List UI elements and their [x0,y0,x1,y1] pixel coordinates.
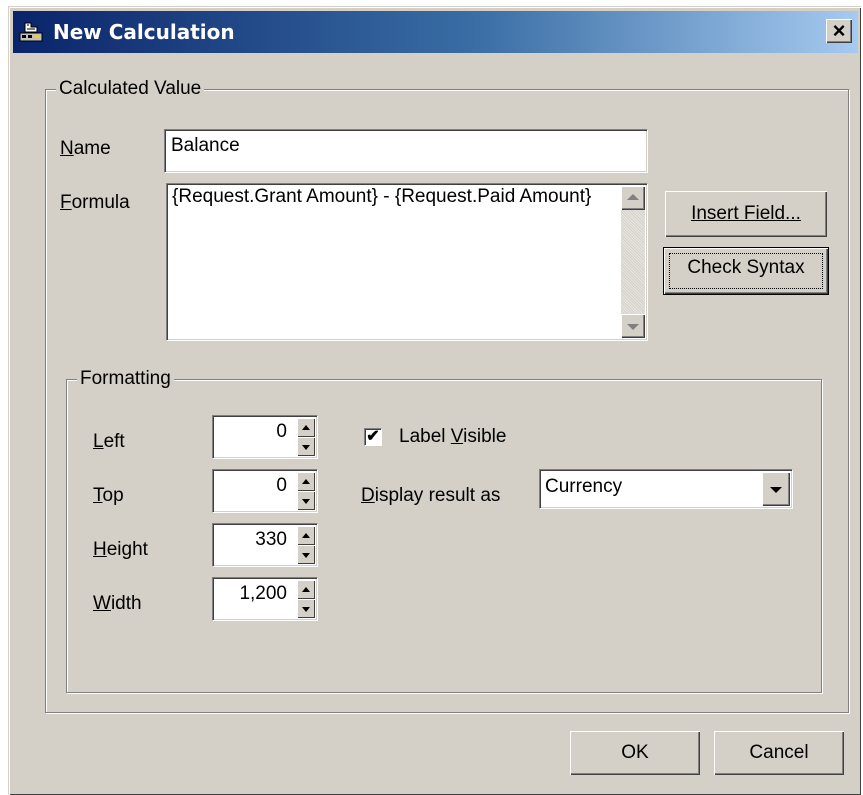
top-value: 0 [276,475,287,496]
display-result-select[interactable]: Currency [539,469,793,509]
close-button[interactable]: × [826,19,852,43]
height-spinbox[interactable]: 330 [212,523,318,567]
spin-down-icon [302,498,310,504]
scroll-down-button[interactable] [621,314,645,338]
cancel-button[interactable]: Cancel [714,731,844,775]
top-spinbox[interactable]: 0 [212,469,318,513]
formula-textarea[interactable]: {Request.Grant Amount} - {Request.Paid A… [166,183,648,341]
spin-down-icon [302,552,310,558]
checkmark-icon: ✔ [366,428,380,445]
left-value: 0 [276,421,287,442]
display-result-dropdown-button[interactable] [762,472,790,506]
height-label: Height [93,539,148,561]
label-visible-checkbox[interactable]: ✔ [364,428,382,446]
name-input-value: Balance [171,135,240,156]
top-spin-buttons[interactable] [297,472,315,510]
name-label-rest: ame [73,138,111,159]
formula-value: {Request.Grant Amount} - {Request.Paid A… [172,186,592,207]
height-label-rest: eight [106,539,148,560]
formatting-legend: Formatting [77,368,174,390]
width-label-mnemonic: W [93,593,111,614]
left-label-rest: eft [103,431,125,452]
height-spin-buttons[interactable] [297,526,315,564]
width-value: 1,200 [239,583,287,604]
close-icon: × [832,18,846,43]
display-result-rest: isplay result as [374,485,501,506]
scroll-up-button[interactable] [621,186,645,210]
name-input[interactable]: Balance [164,129,648,173]
top-label-mnemonic: T [93,485,103,506]
calculation-icon [19,22,43,42]
height-value: 330 [255,529,287,550]
check-syntax-label: Check Syntax [687,257,805,278]
height-label-mnemonic: H [93,539,107,560]
name-label-mnemonic: N [60,138,74,159]
dropdown-arrow-icon [770,487,782,493]
display-result-mnemonic: D [361,485,375,506]
spin-up-icon [302,532,310,538]
insert-field-label: Insert Field... [691,203,801,224]
width-spin-down[interactable] [297,599,315,618]
window-title: New Calculation [53,20,235,44]
width-spin-up[interactable] [297,580,315,599]
label-visible-text-a: Label [399,426,451,447]
top-label-rest: op [102,485,124,506]
new-calculation-dialog: New Calculation × Calculated Value Name … [8,6,861,795]
formula-label: Formula [60,192,130,214]
left-label: Left [93,431,125,453]
height-spin-up[interactable] [297,526,315,545]
insert-field-button[interactable]: Insert Field... [665,191,827,237]
ok-label: OK [621,742,649,763]
label-visible-text-b: isible [463,426,507,447]
left-spin-buttons[interactable] [297,418,315,456]
spin-up-icon [302,424,310,430]
display-result-label: Display result as [361,485,500,507]
left-spin-down[interactable] [297,437,315,456]
spin-down-icon [302,444,310,450]
title-bar[interactable]: New Calculation × [13,11,858,53]
spin-up-icon [302,478,310,484]
check-syntax-button[interactable]: Check Syntax [663,247,829,295]
formula-scrollbar[interactable] [621,186,645,338]
scroll-down-arrow-icon [627,324,639,330]
width-label-rest: idth [110,593,142,614]
formula-label-rest: ormula [71,192,130,213]
left-spin-up[interactable] [297,418,315,437]
left-spinbox[interactable]: 0 [212,415,318,459]
formula-label-mnemonic: F [60,192,72,213]
top-label: Top [93,485,124,507]
calculated-value-legend: Calculated Value [56,78,205,100]
top-spin-up[interactable] [297,472,315,491]
label-visible-label[interactable]: Label Visible [399,426,506,448]
display-result-value: Currency [545,476,623,497]
width-spin-buttons[interactable] [297,580,315,618]
label-visible-mnemonic: V [450,426,464,447]
cancel-label: Cancel [749,742,809,763]
name-label: Name [60,138,111,160]
top-spin-down[interactable] [297,491,315,510]
width-label: Width [93,593,142,615]
check-syntax-focus: Check Syntax [669,253,823,289]
width-spinbox[interactable]: 1,200 [212,577,318,621]
ok-button[interactable]: OK [570,731,700,775]
scroll-up-arrow-icon [627,194,639,200]
left-label-mnemonic: L [93,431,104,452]
spin-up-icon [302,586,310,592]
height-spin-down[interactable] [297,545,315,564]
spin-down-icon [302,606,310,612]
